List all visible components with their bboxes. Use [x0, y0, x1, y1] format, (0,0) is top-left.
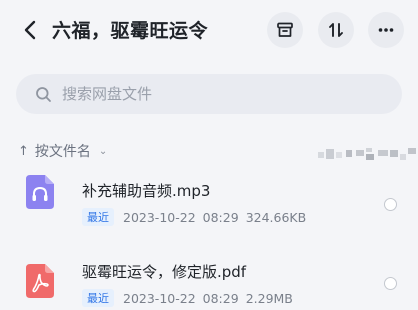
sort-direction-icon: ↑ — [18, 143, 29, 159]
sort-label: 按文件名 — [34, 144, 91, 160]
file-time: 08:29 — [202, 209, 239, 225]
page-title: 六福，驱霉旺运令 — [52, 20, 209, 42]
header-bar: 六福，驱霉旺运令 — [0, 0, 418, 60]
more-icon — [378, 28, 394, 32]
sort-selector[interactable]: ↑ 按文件名 ⌄ — [18, 140, 107, 162]
recent-badge: 最近 — [82, 208, 114, 226]
search-input[interactable] — [62, 85, 362, 103]
file-date: 2023-10-22 — [123, 209, 196, 225]
select-radio[interactable] — [384, 277, 397, 290]
file-date: 2023-10-22 — [123, 290, 196, 306]
file-size: 2.29MB — [245, 290, 293, 306]
file-name: 补充辅助音频.mp3 — [82, 182, 211, 200]
pdf-file-icon — [26, 264, 54, 298]
more-button[interactable] — [368, 12, 404, 48]
archive-button[interactable] — [267, 12, 303, 48]
file-row[interactable]: 补充辅助音频.mp3 最近 2023-10-22 08:29 324.66KB — [0, 162, 418, 226]
file-name: 驱霉旺运令，修定版.pdf — [82, 263, 247, 281]
search-icon — [34, 85, 52, 103]
search-bar[interactable] — [16, 74, 402, 114]
chevron-left-icon — [24, 20, 36, 40]
sort-toggle-icon — [329, 23, 343, 37]
recent-badge: 最近 — [82, 289, 114, 307]
audio-file-icon — [26, 175, 54, 209]
pixelated-placeholder — [318, 144, 418, 164]
file-meta: 最近 2023-10-22 08:29 2.29MB — [82, 289, 293, 307]
back-button[interactable] — [18, 18, 42, 42]
select-radio[interactable] — [384, 198, 397, 211]
file-time: 08:29 — [202, 290, 239, 306]
file-meta: 最近 2023-10-22 08:29 324.66KB — [82, 208, 306, 226]
archive-icon — [277, 22, 293, 37]
sort-toggle-button[interactable] — [318, 12, 354, 48]
chevron-down-icon: ⌄ — [98, 145, 108, 157]
file-size: 324.66KB — [245, 209, 307, 225]
file-row[interactable]: 驱霉旺运令，修定版.pdf 最近 2023-10-22 08:29 2.29MB — [0, 250, 418, 310]
